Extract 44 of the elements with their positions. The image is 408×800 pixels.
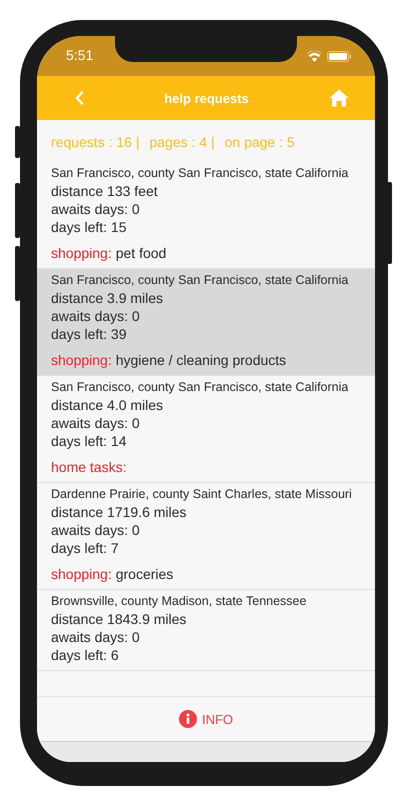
request-address: Dardenne Prairie, county Saint Charles, state Missouri (51, 486, 353, 503)
request-days-left: days left: 14 (51, 432, 128, 450)
request-address: Brownsville, county Madison, state Tennessee (51, 593, 308, 610)
request-days-left: days left: 15 (51, 218, 128, 236)
request-detail: groceries (116, 565, 174, 583)
request-detail: pet food (116, 244, 166, 262)
request-awaits: awaits days: 0 (51, 628, 141, 646)
info-button[interactable]: INFO (176, 708, 236, 730)
request-address: San Francisco, county San Francisco, state California (51, 272, 350, 289)
summary-count: requests : 16 | (51, 134, 140, 150)
request-detail: hygiene / cleaning products (116, 351, 286, 369)
request-distance: distance 1843.9 miles (51, 610, 188, 628)
request-days-left: days left: 39 (51, 325, 128, 343)
request-address: San Francisco, county San Francisco, state California (51, 165, 350, 182)
request-awaits: awaits days: 0 (51, 200, 141, 218)
request-days-left: days left: 6 (51, 646, 120, 664)
back-button[interactable] (73, 89, 86, 107)
request-days-left: days left: 7 (51, 539, 120, 557)
request-distance: distance 3.9 miles (51, 289, 164, 307)
screen-title: help requests (164, 90, 249, 106)
info-icon (178, 710, 197, 728)
request-distance: distance 1719.6 miles (51, 503, 188, 521)
request-item[interactable]: Brownsville, county Madison, state Tennessee distance 1843.9 miles awaits days: 0 days left: 6 (37, 590, 375, 671)
wifi-icon (307, 50, 322, 62)
request-awaits: awaits days: 0 (51, 414, 141, 432)
request-category: shopping: (51, 244, 112, 262)
request-awaits: awaits days: 0 (51, 521, 141, 539)
request-item[interactable]: San Francisco, county San Francisco, state California distance 3.9 miles awaits days: 0 days left: 39 shopping: hygiene / cleaning products (37, 269, 375, 376)
home-icon (329, 89, 349, 107)
chevron-left-icon (75, 91, 84, 105)
request-address: San Francisco, county San Francisco, state California (51, 379, 350, 396)
summary-count: on page : 5 (224, 134, 295, 150)
request-item[interactable]: San Francisco, county San Francisco, state California distance 4.0 miles awaits days: 0 days left: 14 home tasks: (37, 376, 375, 483)
request-distance: distance 133 feet (51, 182, 159, 200)
summary-count: pages : 4 | (149, 134, 215, 150)
status-time: 5:51 (66, 47, 94, 63)
battery-icon (327, 50, 351, 62)
request-category: shopping: (51, 351, 112, 369)
home-button[interactable] (327, 87, 351, 109)
request-awaits: awaits days: 0 (51, 307, 141, 325)
request-distance: distance 4.0 miles (51, 396, 164, 414)
request-category: shopping: (51, 565, 112, 583)
request-category: home tasks: (51, 458, 126, 476)
request-item[interactable]: Dardenne Prairie, county Saint Charles, state Missouri distance 1719.6 miles awaits days: 0 days left: 7 shopping: groceries (37, 483, 375, 590)
